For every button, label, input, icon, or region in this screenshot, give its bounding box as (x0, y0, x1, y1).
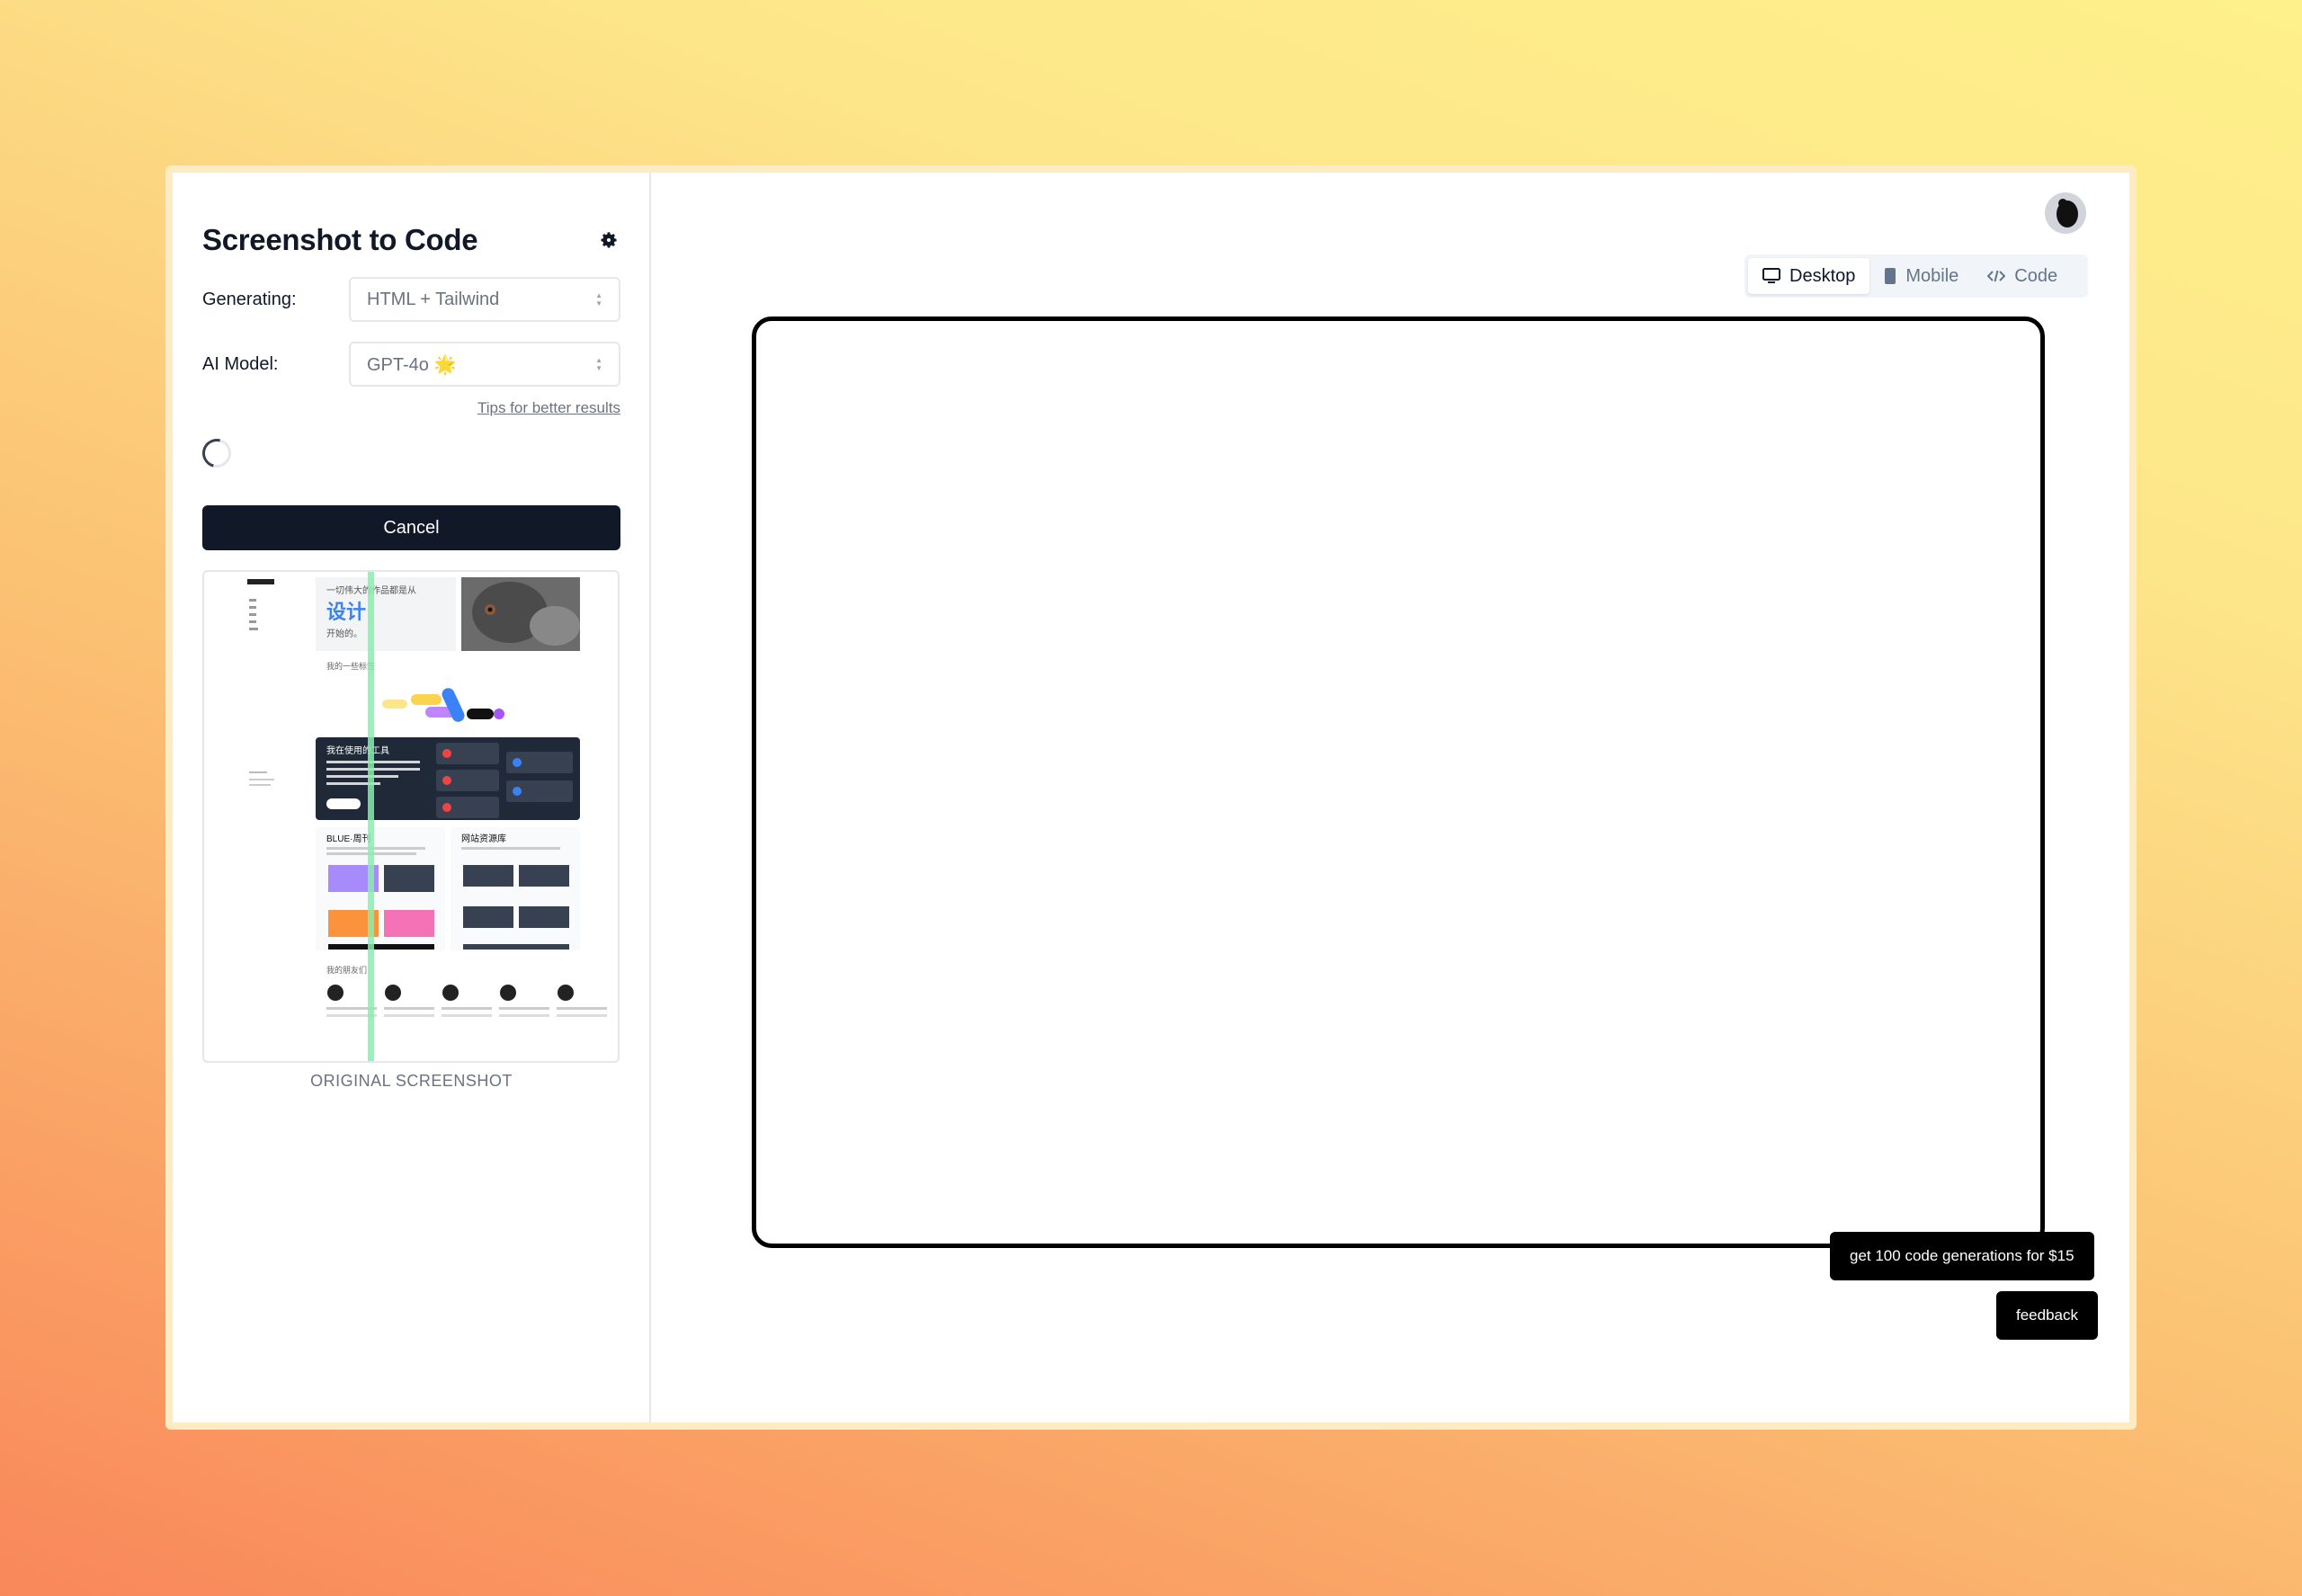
tab-mobile[interactable]: Mobile (1869, 258, 1973, 294)
screenshot-caption: ORIGINAL SCREENSHOT (310, 1072, 513, 1090)
tab-code-label: Code (2014, 265, 2058, 286)
user-avatar[interactable] (2045, 192, 2086, 234)
section-works: 我的一些标签 (326, 661, 375, 671)
chevron-updown-icon: ▲ ▼ (595, 291, 602, 308)
tab-mobile-label: Mobile (1905, 265, 1959, 286)
code-icon (1987, 270, 2006, 282)
tab-code[interactable]: Code (1973, 258, 2072, 294)
sidebar-header: Screenshot to Code (202, 223, 620, 257)
friends-title: 我的朋友们 (326, 965, 367, 975)
generating-label: Generating: (202, 289, 297, 309)
model-row: AI Model: GPT-4o 🌟 ▲ ▼ (202, 342, 620, 387)
chevron-updown-icon: ▲ ▼ (595, 356, 602, 372)
model-label: AI Model: (202, 353, 279, 374)
model-select-value: GPT-4o 🌟 (367, 354, 457, 375)
card1-title: BLUE·周刊 (326, 834, 370, 844)
monitor-icon (1762, 268, 1780, 283)
desktop-preview-frame[interactable] (752, 317, 2045, 1248)
sidebar: Screenshot to Code Generating: HTML + Ta… (173, 173, 651, 1422)
tips-link[interactable]: Tips for better results (477, 399, 620, 416)
stack-select[interactable]: HTML + Tailwind ▲ ▼ (349, 277, 620, 322)
hero-highlight: 设计 (326, 601, 366, 623)
screenshot-preview-image: 一切伟大的作品都是从 设计 开始的。 我的一些标签 我在使用的工具 (247, 572, 607, 1061)
tab-desktop[interactable]: Desktop (1748, 258, 1870, 294)
model-select[interactable]: GPT-4o 🌟 ▲ ▼ (349, 342, 620, 387)
cancel-button[interactable]: Cancel (202, 505, 620, 550)
hero-text-2: 开始的。 (326, 628, 362, 639)
loading-spinner-icon (197, 433, 236, 473)
app-window: Screenshot to Code Generating: HTML + Ta… (165, 165, 2137, 1430)
stack-select-value: HTML + Tailwind (367, 289, 500, 309)
app-title: Screenshot to Code (202, 223, 478, 256)
view-tabs: Desktop Mobile Code (1744, 254, 2088, 298)
scan-line (368, 572, 374, 1061)
feedback-button[interactable]: feedback (1996, 1291, 2098, 1340)
card2-title: 网站资源库 (461, 833, 506, 844)
buy-credits-button[interactable]: get 100 code generations for $15 (1830, 1232, 2094, 1280)
phone-icon (1885, 268, 1896, 284)
generating-row: Generating: HTML + Tailwind ▲ ▼ (202, 277, 620, 322)
settings-gear-icon[interactable] (599, 230, 619, 250)
main-panel: Desktop Mobile Code get 100 code generat… (651, 173, 2129, 1422)
avatar-image (2045, 192, 2086, 234)
tab-desktop-label: Desktop (1789, 265, 1856, 286)
tools-title: 我在使用的工具 (326, 745, 389, 756)
original-screenshot-thumbnail: 一切伟大的作品都是从 设计 开始的。 我的一些标签 我在使用的工具 (202, 570, 620, 1063)
